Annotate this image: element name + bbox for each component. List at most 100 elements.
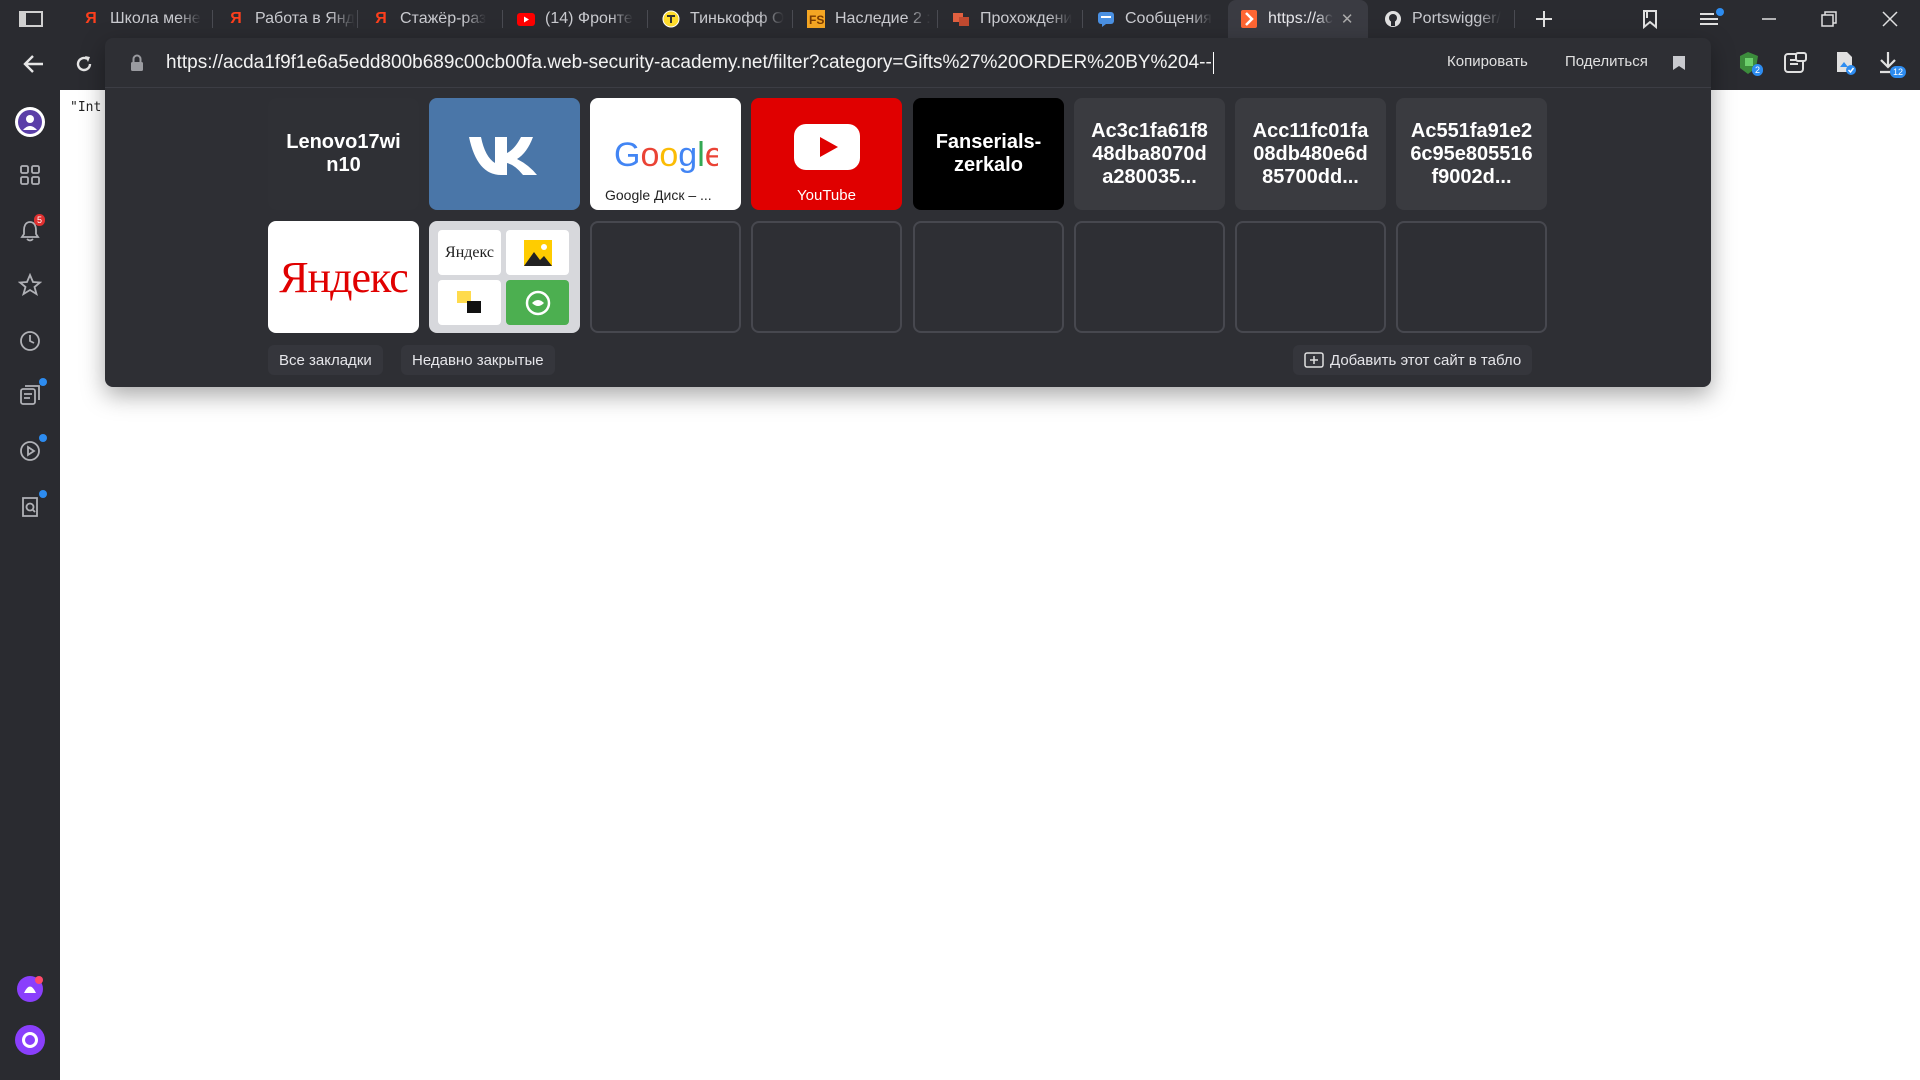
minimize-button[interactable] (1745, 0, 1793, 38)
notification-dot (39, 378, 47, 386)
folder-yandex-mini: Яндекс (438, 230, 501, 275)
tab-7[interactable]: Прохождени (940, 0, 1080, 38)
tile-lab-3[interactable]: Ac551fa91e26c95e805516f9002d... (1396, 98, 1547, 210)
url-input[interactable]: https://acda1f9f1e6a5edd800b689c00cb00fa… (166, 52, 1214, 74)
share-button[interactable]: Поделиться (1565, 53, 1648, 70)
tab-separator (647, 10, 648, 28)
left-sidebar: 5 (0, 90, 60, 1080)
collections-button[interactable] (1626, 0, 1674, 38)
search-page-icon[interactable] (17, 490, 47, 520)
tile-fanserials[interactable]: Fanserials-zerkalo (913, 98, 1064, 210)
reload-icon (76, 56, 92, 72)
tab-label: Portswigger/ (1412, 10, 1501, 27)
alice-icon[interactable] (14, 1024, 46, 1056)
tile-lenovo[interactable]: Lenovo17wi n10 (268, 98, 419, 210)
tab-label: Школа мене (110, 10, 201, 27)
tab-label: (14) Фронте (545, 10, 633, 27)
github-icon (1384, 10, 1402, 28)
bookmark-ribbon-icon (1643, 10, 1657, 30)
close-window-button[interactable] (1866, 0, 1914, 38)
address-bar[interactable]: https://acda1f9f1e6a5edd800b689c00cb00fa… (105, 38, 1711, 88)
tab-separator (357, 10, 358, 28)
tab-6[interactable]: FS Наследие 2 : (795, 0, 935, 38)
notification-dot (39, 490, 47, 498)
copy-button[interactable]: Копировать (1447, 53, 1528, 70)
notifications-badge: 5 (34, 214, 46, 226)
play-video-icon[interactable] (17, 434, 47, 464)
tile-empty[interactable] (1396, 221, 1547, 333)
apps-grid-icon[interactable] (17, 162, 43, 188)
tile-yandex-folder[interactable]: Яндекс (429, 221, 580, 333)
music-icon (525, 290, 550, 315)
tab-label: Наследие 2 : (835, 10, 931, 27)
tile-yandex[interactable]: Яндекс (268, 221, 419, 333)
recently-closed-button[interactable]: Недавно закрытые (401, 345, 555, 375)
tile-empty[interactable] (590, 221, 741, 333)
omnibox-dropdown: https://acda1f9f1e6a5edd800b689c00cb00fa… (105, 38, 1711, 387)
messenger-icon[interactable] (15, 974, 45, 1004)
tab-9-active[interactable]: https://ac ✕ (1228, 0, 1368, 38)
collections-icon[interactable] (17, 378, 47, 408)
yandex-icon: Я (375, 10, 387, 27)
tab-separator (1514, 10, 1515, 28)
tile-google-drive[interactable]: Google Google Диск – ... (590, 98, 741, 210)
images-icon (523, 239, 552, 266)
history-clock-icon[interactable] (17, 328, 43, 354)
tile-empty[interactable] (913, 221, 1064, 333)
tab-label: Сообщения (1125, 10, 1212, 27)
tab-2[interactable]: Я Работа в Янд (215, 0, 355, 38)
bookmark-icon[interactable] (1672, 55, 1686, 71)
tile-label: Fanserials-zerkalo (935, 131, 1042, 176)
back-button[interactable] (20, 50, 48, 78)
new-tab-button[interactable] (1520, 0, 1568, 38)
add-site-button[interactable]: Добавить этот сайт в табло (1293, 345, 1533, 375)
tab-menu-button[interactable] (1686, 0, 1734, 38)
image-save-icon[interactable] (1832, 50, 1858, 76)
profile-avatar-icon[interactable] (14, 106, 46, 138)
tile-vk[interactable] (429, 98, 580, 210)
url-text: https://acda1f9f1e6a5edd800b689c00cb00fa… (166, 52, 1212, 74)
tile-youtube[interactable]: YouTube (751, 98, 902, 210)
tile-empty[interactable] (1074, 221, 1225, 333)
extension-badge: 2 (1752, 64, 1764, 76)
yandex-icon: Я (230, 10, 242, 27)
sidebar-toggle-icon[interactable] (18, 9, 44, 29)
reader-icon[interactable] (1782, 50, 1808, 76)
bell-icon[interactable]: 5 (17, 214, 46, 244)
tab-1[interactable]: Я Школа мене (70, 0, 210, 38)
svg-text:FS: FS (809, 13, 824, 27)
minimize-icon (1762, 18, 1776, 20)
extension-shield-icon[interactable]: 2 (1736, 50, 1764, 76)
tab-8[interactable]: Сообщения (1085, 0, 1225, 38)
plus-icon (1536, 11, 1552, 27)
all-bookmarks-button[interactable]: Все закладки (268, 345, 383, 375)
restore-icon (1821, 11, 1837, 27)
tab-separator (937, 10, 938, 28)
tab-10[interactable]: Portswigger/ (1372, 0, 1512, 38)
tile-label: Ac3c1fa61f848dba8070da280035... (1091, 119, 1208, 188)
recently-closed-label: Недавно закрытые (412, 351, 544, 369)
tab-label: https://ac (1268, 10, 1333, 27)
restore-button[interactable] (1805, 0, 1853, 38)
svg-text:Google: Google (614, 136, 718, 174)
close-icon[interactable]: ✕ (1341, 10, 1354, 28)
tab-3[interactable]: Я Стажёр-раз (360, 0, 500, 38)
tab-4[interactable]: (14) Фронте (505, 0, 645, 38)
lock-icon[interactable] (130, 54, 144, 72)
tab-label: Работа в Янд (255, 10, 355, 27)
reload-button[interactable] (70, 50, 98, 78)
page-text: "Int (70, 100, 102, 115)
tile-lab-2[interactable]: Acc11fc01fa08db480e6d85700dd... (1235, 98, 1386, 210)
tile-empty[interactable] (751, 221, 902, 333)
zen-icon (456, 290, 481, 313)
tile-empty[interactable] (1235, 221, 1386, 333)
tab-strip: Я Школа мене Я Работа в Янд Я Стажёр-раз… (0, 0, 1920, 38)
tile-lab-1[interactable]: Ac3c1fa61f848dba8070da280035... (1074, 98, 1225, 210)
tile-label: Acc11fc01fa08db480e6d85700dd... (1252, 119, 1369, 188)
youtube-icon (517, 10, 535, 28)
tile-caption: Google Диск – ... (605, 187, 712, 203)
star-icon[interactable] (17, 272, 43, 298)
downloads-icon[interactable]: 12 (1876, 50, 1907, 78)
tab-5[interactable]: Тинькофф О (650, 0, 790, 38)
tab-separator (792, 10, 793, 28)
